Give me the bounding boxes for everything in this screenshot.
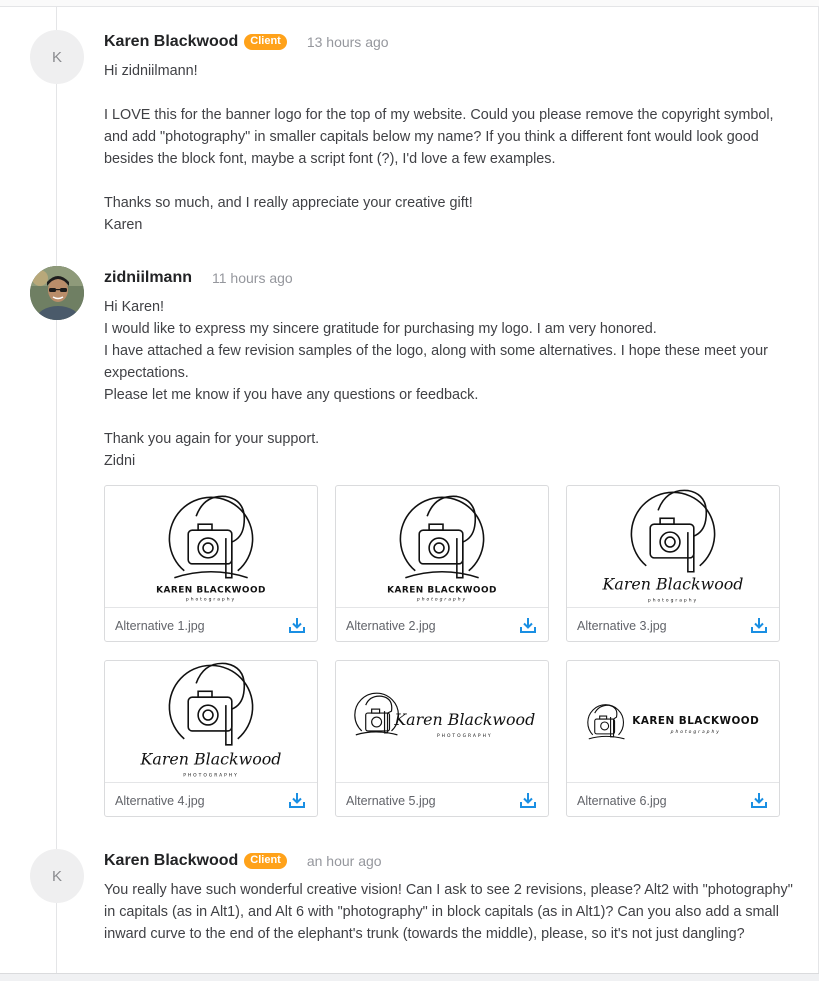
message-paragraph [104,82,794,104]
attachment-thumbnail[interactable]: KAREN BLACKWOOD photography [567,661,779,783]
logo-preview-image: KAREN BLACKWOOD photography [387,495,497,602]
logo-preview-image: Karen Blackwood PHOTOGRAPHY [354,692,535,739]
avatar-photo-image [30,266,84,320]
download-icon[interactable] [288,791,306,809]
sender-name[interactable]: Karen Blackwood [104,33,238,51]
logo-name-text: Karen Blackwood [140,750,282,769]
attachment-filename[interactable]: Alternative 3.jpg [577,619,667,633]
sender-name[interactable]: zidniilmann [104,269,192,287]
logo-sub-text: photography [416,596,467,602]
avatar[interactable]: K [30,849,84,903]
attachment-filename[interactable]: Alternative 6.jpg [577,794,667,808]
message-paragraph [104,170,794,192]
logo-preview-image: KAREN BLACKWOOD photography [587,704,759,740]
logo-preview-image: Karen Blackwood photography [602,489,744,603]
sender-name[interactable]: Karen Blackwood [104,852,238,870]
message-text: Hi Karen! I would like to express my sin… [104,296,794,472]
message-header: Karen Blackwood Client 13 hours ago [104,32,794,52]
message-text: You really have such wonderful creative … [104,879,794,945]
client-badge: Client [244,853,287,869]
message-time: 11 hours ago [212,270,293,286]
attachment-thumbnail[interactable]: Karen Blackwood photography [567,486,779,608]
download-icon[interactable] [519,791,537,809]
attachment-card[interactable]: KAREN BLACKWOOD photography Alternative … [335,485,549,642]
attachment-thumbnail[interactable]: KAREN BLACKWOOD photography [105,486,317,608]
message-body: Karen Blackwood Client 13 hours ago Hi z… [104,30,794,236]
download-icon[interactable] [750,791,768,809]
logo-name-text: Karen Blackwood [393,710,535,729]
logo-sub-text: photography [670,729,721,735]
message-paragraph [104,406,794,428]
message-paragraph: I LOVE this for the banner logo for the … [104,107,774,167]
avatar[interactable] [30,266,84,320]
message-paragraph: Hi zidniilmann! [104,63,198,79]
message-header: Karen Blackwood Client an hour ago [104,851,794,871]
message-time: 13 hours ago [306,34,389,50]
attachment-card[interactable]: Karen Blackwood photography Alternative … [566,485,780,642]
attachment-card[interactable]: KAREN BLACKWOOD photography Alternative … [104,485,318,642]
message-paragraph: Please let me know if you have any quest… [104,387,479,403]
message-paragraph: You really have such wonderful creative … [104,882,793,942]
message-paragraph: Thanks so much, and I really appreciate … [104,195,473,211]
message-header: zidniilmann 11 hours ago [104,268,794,288]
download-icon[interactable] [750,616,768,634]
attachment-card[interactable]: KAREN BLACKWOOD photography Alternative … [566,660,780,817]
attachment-filename[interactable]: Alternative 1.jpg [115,619,205,633]
attachment-filename[interactable]: Alternative 5.jpg [346,794,436,808]
attachment-filename[interactable]: Alternative 4.jpg [115,794,205,808]
message-body: Karen Blackwood Client an hour ago You r… [104,849,794,945]
message-paragraph: Karen [104,217,143,233]
message-paragraph: Zidni [104,453,136,469]
logo-name-text: KAREN BLACKWOOD [387,586,497,596]
attachment-thumbnail[interactable]: Karen Blackwood PHOTOGRAPHY [336,661,548,783]
logo-sub-text: PHOTOGRAPHY [183,772,239,778]
timeline-line [56,6,57,981]
message-paragraph: Hi Karen! [104,299,164,315]
attachment-thumbnail[interactable]: Karen Blackwood PHOTOGRAPHY [105,661,317,783]
conversation-panel: K Karen Blackwood Client 13 hours ago Hi… [0,0,819,981]
client-badge: Client [244,34,287,50]
attachment-thumbnail[interactable]: KAREN BLACKWOOD photography [336,486,548,608]
message-body: zidniilmann 11 hours ago Hi Karen! I wou… [104,266,794,472]
avatar-letter: K [51,48,62,66]
logo-sub-text: photography [648,597,698,603]
message-paragraph: Thank you again for your support. [104,431,320,447]
download-icon[interactable] [519,616,537,634]
message-time: an hour ago [306,853,382,869]
logo-preview-image: KAREN BLACKWOOD photography [156,495,266,602]
logo-name-text: Karen Blackwood [602,575,744,594]
attachment-filename[interactable]: Alternative 2.jpg [346,619,436,633]
message-paragraph: I have attached a few revision samples o… [104,343,768,381]
message-paragraph: I would like to express my sincere grati… [104,321,657,337]
download-icon[interactable] [288,616,306,634]
avatar[interactable]: K [30,30,84,84]
logo-name-text: KAREN BLACKWOOD [156,586,266,596]
logo-sub-text: PHOTOGRAPHY [437,733,493,739]
bottom-divider [0,973,819,981]
attachment-card[interactable]: Karen Blackwood PHOTOGRAPHY Alternative … [104,660,318,817]
logo-preview-image: Karen Blackwood PHOTOGRAPHY [140,662,282,778]
attachment-card[interactable]: Karen Blackwood PHOTOGRAPHY Alternative … [335,660,549,817]
message-text: Hi zidniilmann! I LOVE this for the bann… [104,60,794,236]
logo-name-text: KAREN BLACKWOOD [632,715,759,727]
avatar-letter: K [51,867,62,885]
top-divider [0,0,819,7]
logo-sub-text: photography [186,596,236,602]
